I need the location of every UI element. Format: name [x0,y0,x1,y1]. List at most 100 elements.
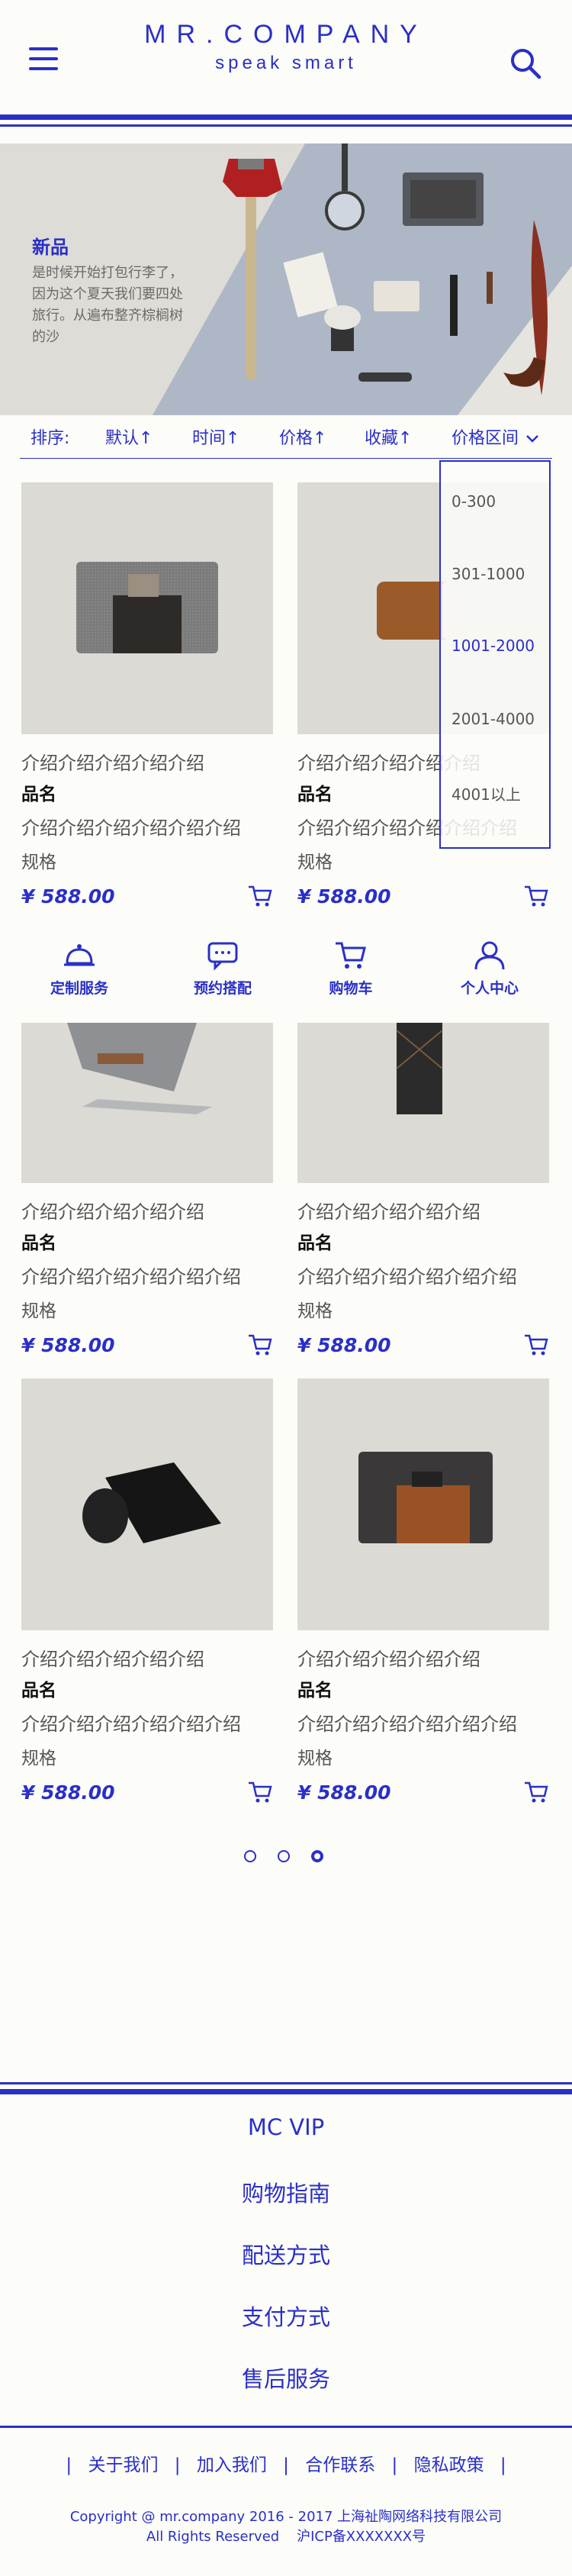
price-option[interactable]: 4001以上 [451,782,521,804]
product-description: 介绍介绍介绍介绍介绍介绍 [21,1714,241,1735]
sort-price-range[interactable]: 价格区间 [451,424,539,449]
product-description: 介绍介绍介绍介绍介绍介绍 [21,1266,241,1288]
footer-link-vip[interactable]: MC VIP [0,2114,572,2140]
product-name: 品名 [297,1233,333,1253]
footer-join-link[interactable]: 加入我们 [197,2455,267,2475]
quicknav-label: 个人中心 [460,980,519,997]
quick-nav: 定制服务 预约搭配 购物车 个人中心 [0,940,572,1017]
product-price: ¥ 588.00 [297,1334,391,1356]
quicknav-appointment[interactable]: 预约搭配 [169,940,276,998]
product-spec: 规格 [21,853,56,872]
add-to-cart-icon[interactable] [523,885,549,908]
footer-privacy-link[interactable]: 隐私政策 [414,2455,484,2475]
header: MR.COMPANY speak smart [0,0,572,114]
add-to-cart-icon[interactable] [247,1781,273,1804]
add-to-cart-icon[interactable] [247,1333,273,1356]
product-card[interactable]: 介绍介绍介绍介绍介绍 品名 介绍介绍介绍介绍介绍介绍 规格 ¥ 588.00 [297,1378,549,1804]
quicknav-cart[interactable]: 购物车 [297,940,404,998]
sort-label: 排序: [31,429,70,448]
product-description: 介绍介绍介绍介绍介绍介绍 [21,817,241,839]
price-option-selected[interactable]: 1001-2000 [451,637,535,655]
sort-price-range-label: 价格区间 [451,429,519,448]
product-price: ¥ 588.00 [21,1781,115,1804]
product-card[interactable]: 介绍介绍介绍介绍介绍 品名 介绍介绍介绍介绍介绍介绍 规格 ¥ 588.00 [21,1023,273,1356]
chevron-down-icon [526,435,538,443]
footer-about-link[interactable]: 关于我们 [88,2455,158,2475]
footer-link-payment[interactable]: 支付方式 [0,2300,572,2332]
footer-link-delivery[interactable]: 配送方式 [0,2238,572,2270]
product-intro: 介绍介绍介绍介绍介绍 [21,1201,204,1223]
product-intro: 介绍介绍介绍介绍介绍 [21,753,204,774]
quicknav-profile[interactable]: 个人中心 [436,940,543,998]
product-illustration-leather-case [396,1023,443,1114]
banner-still-life-image [223,143,548,395]
footer-divider-bottom [0,2426,572,2428]
hero-banner[interactable]: 新品 是时候开始打包行李了，因为这个夏天我们要四处旅行。从遍布整齐棕榈树的沙 [0,143,572,415]
add-to-cart-icon[interactable] [247,885,273,908]
product-price: ¥ 588.00 [297,1781,391,1804]
sort-time[interactable]: 时间↑ [192,424,239,449]
shopping-cart-icon [336,942,366,969]
page-dot[interactable] [278,1850,290,1862]
footer-contact-link[interactable]: 合作联系 [305,2455,375,2475]
product-name: 品名 [21,785,56,804]
product-illustration-bag [76,562,218,653]
product-image[interactable] [21,1378,273,1630]
quicknav-label: 预约搭配 [193,980,252,997]
price-option[interactable]: 301-1000 [451,565,525,583]
sort-divider [20,458,552,459]
logo-main: MR.COMPANY [144,20,428,49]
product-price: ¥ 588.00 [297,885,391,908]
product-card[interactable]: 介绍介绍介绍介绍介绍 品名 介绍介绍介绍介绍介绍介绍 规格 ¥ 588.00 [297,1023,549,1356]
service-bell-icon [64,944,95,966]
footer-divider-thin [0,2082,572,2084]
product-description: 介绍介绍介绍介绍介绍介绍 [297,1714,517,1735]
search-icon[interactable] [509,47,541,79]
add-to-cart-icon[interactable] [523,1781,549,1804]
product-card[interactable]: 介绍介绍介绍介绍介绍 品名 介绍介绍介绍介绍介绍介绍 规格 ¥ 588.00 [21,482,273,908]
product-intro: 介绍介绍介绍介绍介绍 [297,1649,480,1670]
product-spec: 规格 [297,1749,333,1768]
sort-bar: 排序: 默认↑ 时间↑ 价格↑ 收藏↑ 价格区间 [0,418,572,456]
price-option[interactable]: 2001-4000 [451,710,535,728]
rights-text: All Rights Reserved 沪ICP备XXXXXXX号 [146,2529,426,2545]
product-spec: 规格 [297,853,333,872]
copyright-text: Copyright @ mr.company 2016 - 2017 上海祉陶网… [69,2509,503,2525]
sort-favorites[interactable]: 收藏↑ [365,424,412,449]
sort-default[interactable]: 默认↑ [105,424,153,449]
product-spec: 规格 [21,1301,56,1321]
banner-title: 新品 [32,237,69,258]
product-image[interactable] [21,1023,273,1183]
product-name: 品名 [297,1681,333,1701]
product-intro: 介绍介绍介绍介绍介绍 [21,1649,204,1670]
add-to-cart-icon[interactable] [523,1333,549,1356]
footer-link-after-sales[interactable]: 售后服务 [0,2362,572,2394]
product-image[interactable] [297,1023,549,1183]
product-spec: 规格 [21,1749,56,1768]
page-dot[interactable] [244,1850,256,1862]
quicknav-label: 购物车 [329,980,373,997]
sort-price[interactable]: 价格↑ [279,424,326,449]
product-name: 品名 [21,1233,56,1253]
product-price: ¥ 588.00 [21,1334,115,1356]
product-image[interactable] [297,1378,549,1630]
product-intro: 介绍介绍介绍介绍介绍 [297,1201,480,1223]
product-spec: 规格 [297,1301,333,1321]
footer-bottom-links: | 关于我们 | 加入我们 | 合作联系 | 隐私政策 | [66,2455,506,2475]
quicknav-custom-service[interactable]: 定制服务 [26,940,133,998]
product-price: ¥ 588.00 [21,885,115,908]
chat-bubble-icon [207,942,238,971]
logo[interactable]: MR.COMPANY speak smart [0,20,572,74]
pagination [241,1850,333,1868]
product-image[interactable] [21,482,273,734]
header-divider [0,114,572,120]
price-range-dropdown: 0-300 301-1000 1001-2000 2001-4000 4001以… [439,460,551,849]
logo-sub: speak smart [215,53,357,73]
product-name: 品名 [21,1681,56,1701]
price-option[interactable]: 0-300 [451,492,496,511]
quicknav-label: 定制服务 [50,980,108,997]
product-card[interactable]: 介绍介绍介绍介绍介绍 品名 介绍介绍介绍介绍介绍介绍 规格 ¥ 588.00 [21,1378,273,1804]
product-illustration-monitor-stand [67,1023,212,1114]
footer-link-shopping-guide[interactable]: 购物指南 [0,2176,572,2208]
page-dot-active[interactable] [311,1850,323,1862]
